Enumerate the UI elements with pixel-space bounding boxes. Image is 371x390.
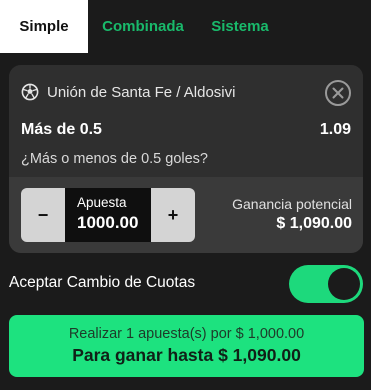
stake-field[interactable]: Apuesta xyxy=(65,188,151,242)
toggle-knob xyxy=(328,268,360,300)
bet-card: Unión de Santa Fe / Aldosivi Más de 0.5 … xyxy=(9,65,363,253)
selection-name: Más de 0.5 xyxy=(21,121,102,138)
place-bet-button[interactable]: Realizar 1 apuesta(s) por $ 1,000.00 Par… xyxy=(9,315,364,377)
remove-bet-button[interactable] xyxy=(325,80,351,106)
close-icon xyxy=(332,87,344,99)
match-name: Unión de Santa Fe / Aldosivi xyxy=(47,83,236,101)
accept-odds-change-toggle[interactable] xyxy=(289,265,363,303)
stake-section: − Apuesta + Ganancia potencial $ 1,090.0… xyxy=(9,177,363,253)
stake-label: Apuesta xyxy=(77,195,127,210)
bet-card-header: Unión de Santa Fe / Aldosivi Más de 0.5 … xyxy=(9,65,363,177)
soccer-ball-icon xyxy=(21,83,39,101)
potential-winnings-value: $ 1,090.00 xyxy=(276,215,352,232)
place-bet-potential-win: Para ganar hasta $ 1,090.00 xyxy=(72,345,301,365)
increase-stake-button[interactable]: + xyxy=(151,188,195,242)
betslip-tabs: Simple Combinada Sistema xyxy=(0,0,371,53)
match-row: Unión de Santa Fe / Aldosivi xyxy=(21,83,235,101)
selection-odds: 1.09 xyxy=(319,121,351,138)
stake-stepper: − Apuesta + xyxy=(21,188,195,242)
market-name: ¿Más o menos de 0.5 goles? xyxy=(21,151,208,167)
stake-input[interactable] xyxy=(77,213,151,233)
betslip: Simple Combinada Sistema Unión de Santa … xyxy=(0,0,371,390)
tab-sistema[interactable]: Sistema xyxy=(198,0,282,53)
accept-odds-change-label: Aceptar Cambio de Cuotas xyxy=(9,274,196,291)
place-bet-summary: Realizar 1 apuesta(s) por $ 1,000.00 xyxy=(68,326,305,342)
decrease-stake-button[interactable]: − xyxy=(21,188,65,242)
tab-simple[interactable]: Simple xyxy=(0,0,88,53)
potential-winnings-label: Ganancia potencial xyxy=(232,196,352,212)
tab-combinada[interactable]: Combinada xyxy=(88,0,198,53)
